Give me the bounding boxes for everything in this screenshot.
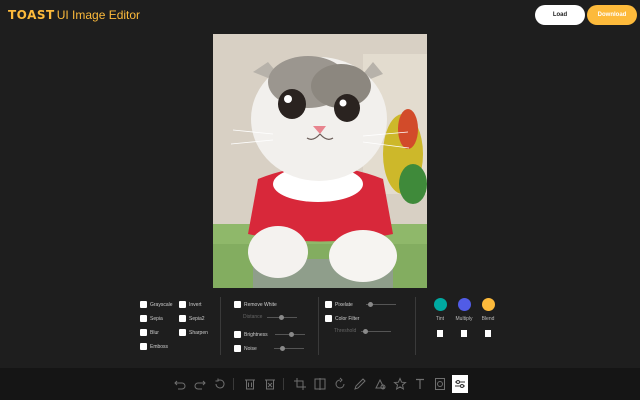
blur-label: Blur: [150, 329, 159, 336]
app-title: UI Image Editor: [56, 8, 141, 22]
tint-color-picker[interactable]: [434, 298, 447, 311]
brightness-option[interactable]: Brightness: [234, 331, 305, 338]
editor-canvas-image[interactable]: [213, 34, 427, 288]
remove-white-label: Remove White: [244, 301, 277, 308]
blur-checkbox[interactable]: [140, 329, 147, 336]
pixelate-slider[interactable]: [365, 302, 396, 307]
color-filter-checkbox[interactable]: [325, 315, 332, 322]
blend-color-picker[interactable]: [482, 298, 495, 311]
distance-label: Distance: [243, 314, 263, 320]
emboss-option[interactable]: Emboss: [140, 343, 168, 350]
blend-label: Blend: [481, 316, 495, 322]
sharpen-checkbox[interactable]: [179, 329, 186, 336]
emboss-label: Emboss: [150, 343, 169, 350]
sharpen-label: Sharpen: [189, 329, 208, 336]
blend-checkbox[interactable]: [485, 330, 491, 337]
star-icon[interactable]: [393, 377, 407, 391]
noise-option[interactable]: Noise: [234, 345, 304, 352]
brightness-label: Brightness: [244, 331, 268, 338]
bottom-toolbar: [0, 368, 640, 400]
brightness-checkbox[interactable]: [234, 331, 241, 338]
multiply-color-picker[interactable]: [458, 298, 471, 311]
invert-label: Invert: [189, 301, 202, 308]
load-button[interactable]: Load: [535, 5, 585, 25]
flip-icon[interactable]: [313, 377, 327, 391]
threshold-slider-knob[interactable]: [363, 328, 369, 334]
pixelate-label: Pixelate: [335, 301, 353, 308]
draw-icon[interactable]: [353, 377, 367, 391]
undo-icon[interactable]: [173, 377, 187, 391]
crop-icon[interactable]: [293, 377, 307, 391]
pixelate-checkbox[interactable]: [325, 301, 332, 308]
blur-option[interactable]: Blur: [140, 329, 159, 336]
invert-checkbox[interactable]: [179, 301, 186, 308]
remove-white-checkbox[interactable]: [234, 301, 241, 308]
panel-divider: [318, 297, 319, 355]
grayscale-label: Grayscale: [150, 301, 173, 308]
sepia2-label: Sepia2: [189, 315, 205, 322]
app-logo: TOAST UI Image Editor: [8, 8, 140, 22]
color-filter-label: Color Filter: [335, 315, 360, 322]
pixelate-option[interactable]: Pixelate: [325, 301, 396, 308]
noise-checkbox[interactable]: [234, 345, 241, 352]
invert-option[interactable]: Invert: [179, 301, 202, 308]
reset-icon[interactable]: [213, 377, 227, 391]
brand-name: TOAST: [8, 8, 55, 22]
delete-all-icon[interactable]: [263, 377, 277, 391]
noise-slider-knob[interactable]: [279, 346, 285, 351]
brightness-slider-knob[interactable]: [288, 332, 294, 337]
color-filter-option[interactable]: Color Filter: [325, 315, 359, 322]
sepia-checkbox[interactable]: [140, 315, 147, 322]
distance-slider[interactable]: [267, 314, 298, 320]
panel-divider: [220, 297, 221, 355]
noise-label: Noise: [244, 345, 257, 352]
remove-white-option[interactable]: Remove White: [234, 301, 277, 308]
multiply-checkbox[interactable]: [461, 330, 467, 337]
brightness-slider[interactable]: [274, 332, 305, 337]
sepia2-option[interactable]: Sepia2: [179, 315, 205, 322]
emboss-checkbox[interactable]: [140, 343, 147, 350]
sepia-label: Sepia: [150, 315, 163, 322]
shape-icon[interactable]: [373, 377, 387, 391]
grayscale-option[interactable]: Grayscale: [140, 301, 173, 308]
grayscale-checkbox[interactable]: [140, 301, 147, 308]
rotate-icon[interactable]: [333, 377, 347, 391]
toolbar-divider: [283, 378, 284, 390]
toolbar-divider: [233, 378, 234, 390]
noise-slider[interactable]: [273, 346, 304, 351]
delete-icon[interactable]: [243, 377, 257, 391]
mask-icon[interactable]: [433, 377, 447, 391]
distance-control: Distance: [243, 314, 298, 320]
sharpen-option[interactable]: Sharpen: [179, 329, 208, 336]
redo-icon[interactable]: [193, 377, 207, 391]
pixelate-slider-knob[interactable]: [367, 302, 373, 307]
filter-panel: Grayscale Invert Sepia Sepia2 Blur Sharp…: [0, 293, 640, 363]
distance-slider-knob[interactable]: [279, 314, 285, 320]
sepia2-checkbox[interactable]: [179, 315, 186, 322]
text-icon[interactable]: [413, 377, 427, 391]
panel-divider: [415, 297, 416, 355]
threshold-control: Threshold: [334, 328, 392, 334]
sepia-option[interactable]: Sepia: [140, 315, 163, 322]
download-button[interactable]: Download: [587, 5, 637, 25]
tint-checkbox[interactable]: [437, 330, 443, 337]
kitten-photo: [213, 34, 427, 288]
threshold-label: Threshold: [334, 328, 357, 334]
filter-icon[interactable]: [453, 377, 467, 391]
threshold-slider[interactable]: [361, 328, 392, 334]
